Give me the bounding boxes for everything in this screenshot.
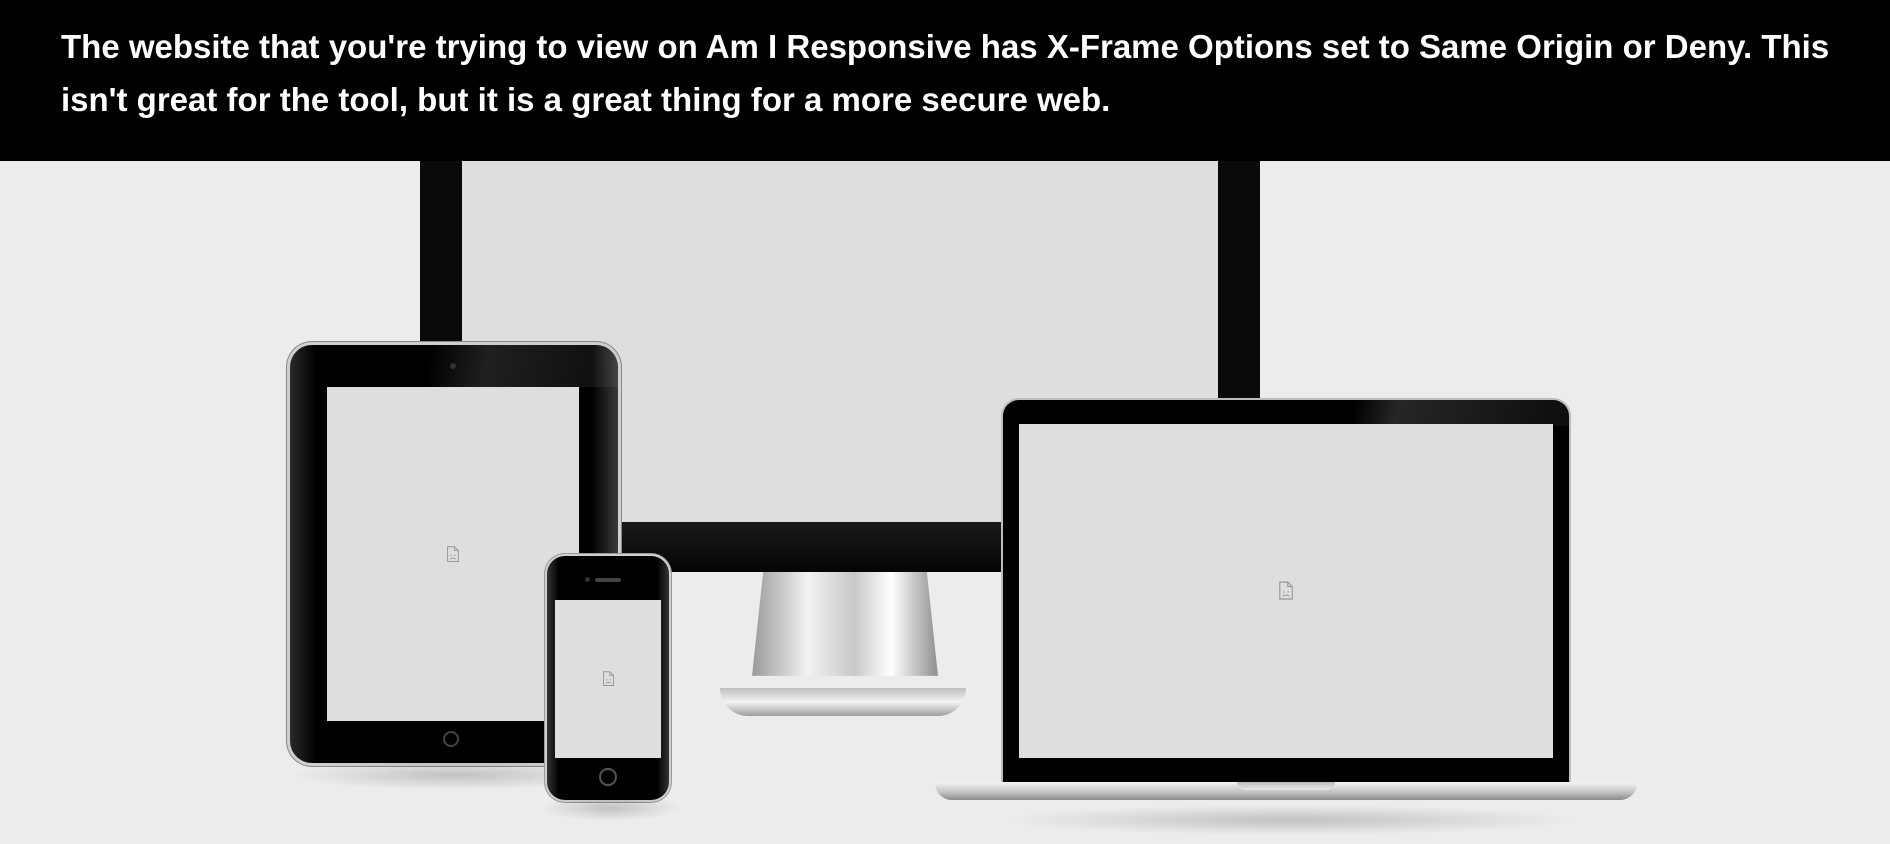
tablet-home-button[interactable] xyxy=(443,731,459,747)
xframe-warning-banner: The website that you're trying to view o… xyxy=(0,0,1890,161)
laptop-shadow xyxy=(1000,805,1580,835)
broken-image-icon xyxy=(602,671,614,686)
desktop-stand-base xyxy=(720,688,966,716)
laptop-notch xyxy=(1237,782,1335,790)
phone-camera xyxy=(585,577,590,582)
phone-shadow xyxy=(540,795,680,821)
desktop-stand xyxy=(752,572,938,676)
phone-screen[interactable] xyxy=(555,600,661,758)
xframe-warning-message: The website that you're trying to view o… xyxy=(61,28,1830,118)
phone-speaker xyxy=(595,578,621,582)
broken-image-icon xyxy=(447,545,459,562)
tablet-camera xyxy=(450,363,456,369)
laptop-screen[interactable] xyxy=(1019,424,1553,758)
broken-image-icon xyxy=(1279,581,1293,600)
phone xyxy=(547,556,669,802)
laptop xyxy=(935,400,1637,810)
tablet-screen[interactable] xyxy=(327,387,579,721)
laptop-lid-glare xyxy=(1355,400,1569,426)
tablet-glare xyxy=(430,345,618,387)
phone-home-button[interactable] xyxy=(599,768,617,786)
